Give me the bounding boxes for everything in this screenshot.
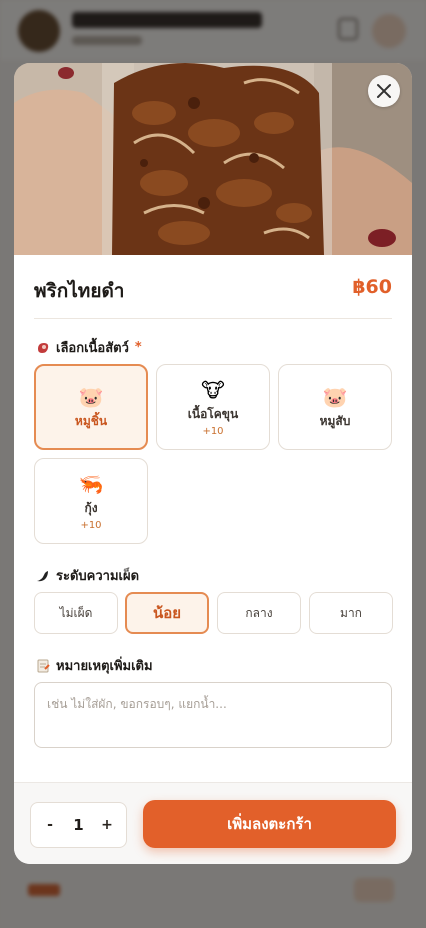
pig-icon: 🐷 — [78, 384, 104, 409]
increase-quantity-button[interactable]: + — [100, 817, 114, 833]
spice-option-mild[interactable]: น้อย — [125, 592, 209, 634]
spice-option-medium[interactable]: กลาง — [217, 592, 301, 634]
meat-section-label: เลือกเนื้อสัตว์ — [56, 341, 129, 356]
spice-section-title: ระดับความเผ็ด — [36, 565, 139, 586]
meat-option-shrimp[interactable]: 🦐 กุ้ง +10 — [34, 458, 148, 544]
meat-option-pork-slice[interactable]: 🐷 หมูชิ้น — [34, 364, 148, 450]
add-to-cart-button[interactable]: เพิ่มลงตะกร้า — [143, 800, 396, 848]
close-icon — [377, 84, 391, 98]
note-section-title: หมายเหตุเพิ่มเติม — [36, 655, 153, 676]
spice-section-label: ระดับความเผ็ด — [56, 569, 140, 584]
note-icon — [36, 659, 50, 673]
quantity-stepper: - 1 + — [30, 802, 127, 848]
meat-section-title: เลือกเนื้อสัตว์ * — [36, 337, 142, 358]
quantity-value: 1 — [73, 816, 84, 834]
meat-option-extra-price: +10 — [202, 426, 224, 437]
pig-icon: 🐷 — [322, 384, 348, 409]
meat-icon — [36, 341, 50, 355]
meat-option-label: กุ้ง — [84, 501, 98, 515]
item-options-modal: พริกไทยดำ ฿60 เลือกเนื้อสัตว์ * 🐷 หมูชิ้… — [14, 63, 412, 864]
divider — [34, 318, 392, 319]
meat-option-label: เนื้อโคขุน — [187, 407, 239, 421]
note-section-label: หมายเหตุเพิ่มเติม — [56, 659, 153, 674]
food-photo — [14, 63, 412, 255]
required-mark: * — [134, 340, 142, 355]
shrimp-icon: 🦐 — [78, 472, 104, 496]
meat-option-beef[interactable]: 🐮 เนื้อโคขุน +10 — [156, 364, 270, 450]
chili-icon — [36, 569, 50, 583]
meat-option-label: หมูชิ้น — [74, 413, 108, 428]
item-price: ฿60 — [352, 276, 392, 298]
meat-option-label: หมูสับ — [319, 413, 351, 428]
spice-option-none[interactable]: ไม่เผ็ด — [34, 592, 118, 634]
spice-option-hot[interactable]: มาก — [309, 592, 393, 634]
modal-footer: - 1 + เพิ่มลงตะกร้า — [14, 782, 412, 864]
cow-icon: 🐮 — [201, 378, 225, 402]
meat-option-minced-pork[interactable]: 🐷 หมูสับ — [278, 364, 392, 450]
close-button[interactable] — [368, 75, 400, 107]
note-input[interactable] — [34, 682, 392, 748]
decrease-quantity-button[interactable]: - — [43, 817, 57, 833]
item-name: พริกไทยดำ — [34, 280, 125, 302]
meat-option-extra-price: +10 — [80, 520, 102, 531]
